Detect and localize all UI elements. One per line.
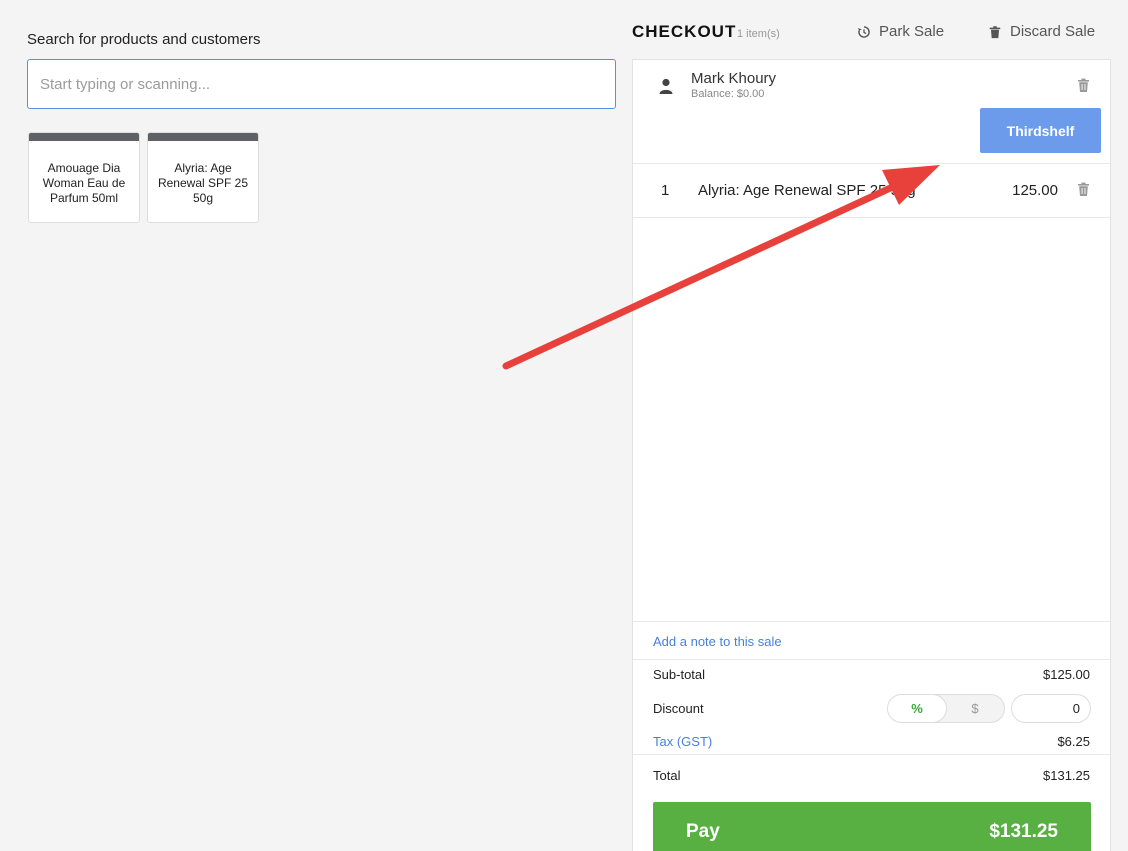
discount-dollar-option[interactable]: $ xyxy=(946,695,1004,722)
checkout-title: CHECKOUT xyxy=(632,22,737,41)
discount-percent-option[interactable]: % xyxy=(888,695,947,722)
pay-button[interactable]: Pay $131.25 xyxy=(653,802,1091,851)
pay-label: Pay xyxy=(686,821,720,842)
discount-input[interactable] xyxy=(1011,694,1091,723)
note-row: Add a note to this sale xyxy=(633,621,1110,660)
line-item-qty[interactable]: 1 xyxy=(661,182,669,199)
discard-sale-label: Discard Sale xyxy=(1010,23,1096,40)
park-sale-button[interactable]: Park Sale xyxy=(857,23,944,40)
tax-value: $6.25 xyxy=(1057,734,1090,749)
item-count: 1 item(s) xyxy=(737,28,780,40)
product-tile-name: Amouage Dia Woman Eau de Parfum 50ml xyxy=(42,161,126,205)
total-value: $131.25 xyxy=(1043,768,1090,783)
discount-row: Discount % $ xyxy=(633,692,1110,726)
subtotal-value: $125.00 xyxy=(1043,667,1090,682)
checkout-panel: Mark Khoury Balance: $0.00 Thirdshelf 1 … xyxy=(632,59,1111,851)
subtotal-label: Sub-total xyxy=(653,667,706,682)
product-tile[interactable]: Alyria: Age Renewal SPF 25 50g xyxy=(147,132,259,223)
park-sale-label: Park Sale xyxy=(879,23,945,40)
search-input[interactable] xyxy=(27,59,616,109)
total-row: Total $131.25 xyxy=(633,754,1110,796)
product-tile[interactable]: Amouage Dia Woman Eau de Parfum 50ml xyxy=(28,132,140,223)
search-label: Search for products and customers xyxy=(27,31,261,48)
product-tile-name: Alyria: Age Renewal SPF 25 50g xyxy=(157,161,249,205)
remove-customer-icon[interactable] xyxy=(1077,78,1090,92)
trash-icon xyxy=(989,25,1001,38)
history-icon xyxy=(857,25,870,38)
line-item-price[interactable]: 125.00 xyxy=(1012,182,1058,199)
customer-name[interactable]: Mark Khoury xyxy=(691,70,776,87)
remove-item-icon[interactable] xyxy=(1077,182,1090,196)
discount-label: Discount xyxy=(653,701,704,716)
tile-color-bar xyxy=(148,133,258,141)
tax-label-link[interactable]: Tax (GST) xyxy=(653,734,712,749)
tile-color-bar xyxy=(29,133,139,141)
customer-section: Mark Khoury Balance: $0.00 Thirdshelf xyxy=(633,60,1110,164)
line-item-name: Alyria: Age Renewal SPF 25 50g xyxy=(698,182,916,199)
discard-sale-button[interactable]: Discard Sale xyxy=(988,23,1095,40)
pay-amount: $131.25 xyxy=(989,821,1058,842)
discount-type-toggle: % $ xyxy=(887,694,1005,723)
thirdshelf-button[interactable]: Thirdshelf xyxy=(980,108,1101,153)
add-note-link[interactable]: Add a note to this sale xyxy=(653,634,782,649)
product-tiles: Amouage Dia Woman Eau de Parfum 50ml Aly… xyxy=(28,132,259,223)
person-icon xyxy=(659,78,673,94)
line-item[interactable]: 1 Alyria: Age Renewal SPF 25 50g 125.00 xyxy=(633,164,1110,218)
customer-balance: Balance: $0.00 xyxy=(691,88,765,100)
total-label: Total xyxy=(653,768,681,783)
